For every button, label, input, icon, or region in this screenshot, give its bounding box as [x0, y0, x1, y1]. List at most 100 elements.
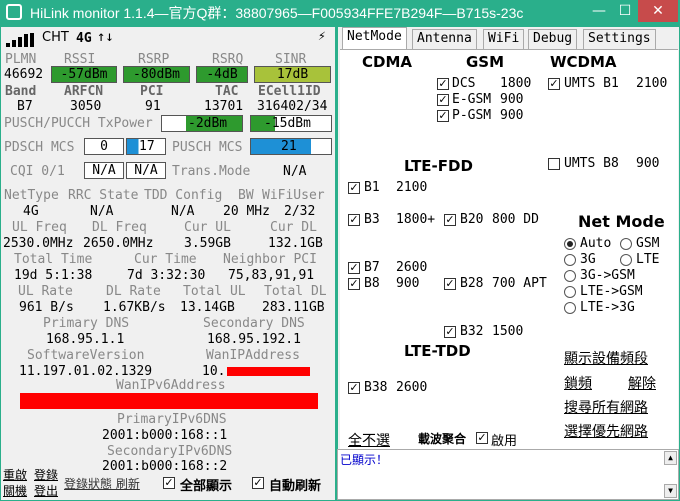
search-networks-link[interactable]: 搜尋所有網路 — [564, 397, 648, 417]
login-link[interactable]: 登錄 — [34, 466, 58, 483]
dcs-freq: 1800 — [500, 76, 532, 91]
b3-label: B3 — [364, 212, 380, 227]
wanip-label: WanIPAddress — [206, 348, 300, 363]
tab-netmode[interactable]: NetMode — [342, 27, 407, 49]
cqi-b: N/A — [126, 162, 166, 179]
minimize-button[interactable]: — — [586, 0, 612, 22]
b32-checkbox[interactable]: ✓ — [444, 326, 456, 338]
bw-value: 20 MHz — [223, 204, 270, 219]
p6dns-label: PrimaryIPv6DNS — [117, 412, 227, 427]
mode-3g-gsm-radio[interactable] — [564, 270, 576, 282]
neighbor-value: 75,83,91,91 — [228, 268, 315, 283]
b8-freq: 900 — [396, 276, 420, 291]
b8-checkbox[interactable]: ✓ — [348, 278, 360, 290]
carrier-name: CHT — [42, 30, 69, 45]
log-area[interactable] — [337, 449, 679, 500]
egsm-label: E-GSM — [452, 92, 492, 107]
b7-checkbox[interactable]: ✓ — [348, 262, 360, 274]
wanip-value: 10. — [202, 364, 226, 379]
tab-wifi[interactable]: WiFi — [483, 29, 525, 49]
nettype-value: 4G — [23, 204, 39, 219]
auto-refresh-checkbox[interactable]: ✓ — [252, 477, 264, 489]
mode-gsm-radio[interactable] — [620, 238, 632, 250]
pgsm-checkbox[interactable]: ✓ — [437, 110, 449, 122]
band-value: B7 — [17, 99, 33, 114]
trans-mode-label: Trans.Mode — [172, 164, 251, 179]
sinr-label: SINR — [275, 52, 307, 67]
sdns-value: 168.95.192.1 — [207, 332, 301, 347]
window-title: HiLink monitor 1.1.4—官方Q群：38807965—F0059… — [30, 5, 524, 21]
restart-link[interactable]: 重啟 — [3, 466, 27, 483]
umts-b1-freq: 2100 — [636, 76, 668, 91]
carrier-agg-checkbox[interactable]: ✓ — [476, 432, 488, 444]
login-status-link[interactable]: 登錄狀態 刷新 — [64, 475, 140, 492]
totalul-label: Total UL — [183, 284, 246, 299]
show-bands-link[interactable]: 顯示設備頻段 — [564, 348, 648, 368]
ecellid-value: 316402/34 — [257, 99, 328, 114]
deselect-all-link[interactable]: 全不選 — [348, 430, 390, 450]
neighbor-label: Neighbor PCI — [223, 252, 317, 267]
b8-label: B8 — [364, 276, 380, 291]
ulfreq-label: UL Freq — [12, 220, 67, 235]
tab-settings[interactable]: Settings — [583, 29, 656, 49]
egsm-freq: 900 — [500, 92, 524, 107]
s6dns-value: 2001:b000:168::2 — [102, 459, 228, 474]
b1-label: B1 — [364, 180, 380, 195]
show-all-checkbox[interactable]: ✓ — [163, 477, 175, 489]
p6dns-value: 2001:b000:168::1 — [102, 428, 228, 443]
dlfreq-label: DL Freq — [92, 220, 147, 235]
arfcn-value: 3050 — [70, 99, 102, 114]
close-button[interactable]: ✕ — [638, 0, 678, 22]
pusch-mcs-value: 21 — [281, 139, 297, 154]
rsrq-label: RSRQ — [212, 52, 244, 67]
txpower-label: PUSCH/PUCCH TxPower — [4, 116, 153, 131]
tab-antenna[interactable]: Antenna — [412, 29, 477, 49]
show-all-label: 全部顯示 — [180, 479, 233, 494]
mode-3g-radio[interactable] — [564, 254, 576, 266]
bw-label: BW — [238, 188, 254, 203]
s6dns-label: SecondaryIPv6DNS — [107, 444, 233, 459]
bolt-icon: ⚡ — [318, 29, 326, 44]
shutdown-link[interactable]: 關機 — [3, 482, 27, 499]
umts-b8-label: UMTS B8 — [564, 156, 619, 171]
unlock-band-link[interactable]: 解除 — [628, 373, 656, 393]
dcs-checkbox[interactable]: ✓ — [437, 78, 449, 90]
pci-label: PCI — [140, 84, 164, 99]
egsm-checkbox[interactable]: ✓ — [437, 94, 449, 106]
preferred-network-link[interactable]: 選擇優先網路 — [564, 421, 648, 441]
pci-value: 91 — [145, 99, 161, 114]
b1-checkbox[interactable]: ✓ — [348, 182, 360, 194]
mode-lte-3g-radio[interactable] — [564, 302, 576, 314]
network-type: 4G — [76, 31, 92, 46]
mode-lte-radio[interactable] — [620, 254, 632, 266]
mode-auto-label: Auto — [580, 236, 612, 251]
b28-checkbox[interactable]: ✓ — [444, 278, 456, 290]
pusch-label: PUSCH MCS — [172, 140, 243, 155]
b3-checkbox[interactable]: ✓ — [348, 214, 360, 226]
trans-mode-value: N/A — [283, 164, 307, 179]
umts-b1-checkbox[interactable]: ✓ — [548, 78, 560, 90]
wanv6-label: WanIPv6Address — [116, 378, 226, 393]
lock-band-link[interactable]: 鎖頻 — [564, 373, 592, 393]
scrollbar-up-icon[interactable]: ▲ — [664, 451, 677, 465]
mode-3g-label: 3G — [580, 252, 596, 267]
tx2-value: -15dBm — [264, 116, 311, 131]
mode-lte-gsm-label: LTE->GSM — [580, 284, 643, 299]
mode-lte-gsm-radio[interactable] — [564, 286, 576, 298]
b20-checkbox[interactable]: ✓ — [444, 214, 456, 226]
tab-debug[interactable]: Debug — [528, 29, 578, 49]
ulfreq-value: 2530.0MHz — [3, 236, 74, 251]
b20-label: B20 — [460, 212, 484, 227]
scrollbar-down-icon[interactable]: ▼ — [664, 484, 677, 498]
pgsm-freq: 900 — [500, 108, 524, 123]
maximize-button[interactable]: ☐ — [612, 0, 638, 22]
curdl-label: Cur DL — [270, 220, 317, 235]
b38-checkbox[interactable]: ✓ — [348, 382, 360, 394]
mode-auto-radio[interactable] — [564, 238, 576, 250]
app-icon — [6, 4, 22, 20]
logout-link[interactable]: 登出 — [34, 482, 58, 499]
umts-b8-checkbox[interactable] — [548, 158, 560, 170]
pdsch-label: PDSCH MCS — [4, 140, 75, 155]
ulrate-value: 961 B/s — [19, 300, 74, 315]
ecellid-label: ECell1ID — [258, 84, 321, 99]
